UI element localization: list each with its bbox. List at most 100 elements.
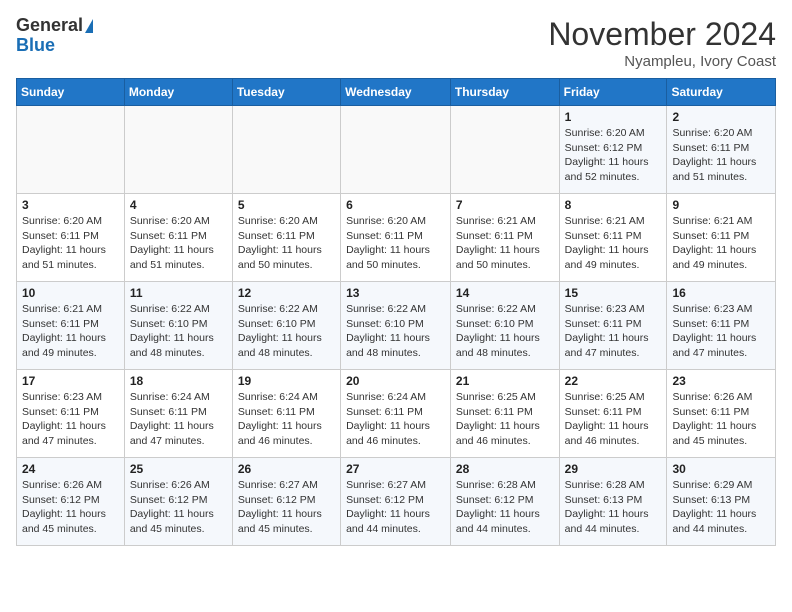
calendar-week-4: 24 Sunrise: 6:26 AMSunset: 6:12 PMDayligh… <box>17 458 776 546</box>
day-info: Sunrise: 6:20 AMSunset: 6:12 PMDaylight:… <box>565 126 662 185</box>
calendar-header: SundayMondayTuesdayWednesdayThursdayFrid… <box>17 79 776 106</box>
calendar-cell: 26 Sunrise: 6:27 AMSunset: 6:12 PMDayligh… <box>232 458 340 546</box>
calendar-cell: 21 Sunrise: 6:25 AMSunset: 6:11 PMDayligh… <box>450 370 559 458</box>
calendar-cell: 7Sunrise: 6:21 AMSunset: 6:11 PMDaylight… <box>450 194 559 282</box>
day-info: Sunrise: 6:20 AMSunset: 6:11 PMDaylight:… <box>130 214 227 273</box>
calendar-cell: 6 Sunrise: 6:20 AMSunset: 6:11 PMDaylight… <box>341 194 451 282</box>
calendar-cell: 30 Sunrise: 6:29 AMSunset: 6:13 PMDayligh… <box>667 458 776 546</box>
day-number: 12 <box>238 286 335 300</box>
calendar-cell: 23 Sunrise: 6:26 AMSunset: 6:11 PMDayligh… <box>667 370 776 458</box>
calendar-cell: 19 Sunrise: 6:24 AMSunset: 6:11 PMDayligh… <box>232 370 340 458</box>
day-info: Sunrise: 6:21 AMSunset: 6:11 PMDaylight:… <box>565 214 662 273</box>
day-number: 6 <box>346 198 445 212</box>
day-number: 19 <box>238 374 335 388</box>
day-number: 10 <box>22 286 119 300</box>
calendar-cell: 1 Sunrise: 6:20 AMSunset: 6:12 PMDaylight… <box>559 106 667 194</box>
calendar-cell: 27Sunrise: 6:27 AMSunset: 6:12 PMDayligh… <box>341 458 451 546</box>
day-number: 1 <box>565 110 662 124</box>
calendar-cell: 4 Sunrise: 6:20 AMSunset: 6:11 PMDaylight… <box>124 194 232 282</box>
calendar-cell: 8 Sunrise: 6:21 AMSunset: 6:11 PMDaylight… <box>559 194 667 282</box>
day-number: 30 <box>672 462 770 476</box>
calendar-cell: 3 Sunrise: 6:20 AMSunset: 6:11 PMDaylight… <box>17 194 125 282</box>
day-number: 13 <box>346 286 445 300</box>
logo-icon <box>85 19 93 33</box>
page-header: General Blue November 2024 Nyampleu, Ivo… <box>16 16 776 70</box>
day-info: Sunrise: 6:22 AMSunset: 6:10 PMDaylight:… <box>346 302 445 361</box>
day-info: Sunrise: 6:20 AMSunset: 6:11 PMDaylight:… <box>672 126 770 185</box>
day-number: 4 <box>130 198 227 212</box>
calendar-week-0: 1 Sunrise: 6:20 AMSunset: 6:12 PMDaylight… <box>17 106 776 194</box>
logo-general-text: General <box>16 16 83 36</box>
calendar-cell: 14Sunrise: 6:22 AMSunset: 6:10 PMDayligh… <box>450 282 559 370</box>
day-info: Sunrise: 6:23 AMSunset: 6:11 PMDaylight:… <box>22 390 119 449</box>
day-number: 27 <box>346 462 445 476</box>
calendar-cell: 10 Sunrise: 6:21 AMSunset: 6:11 PMDayligh… <box>17 282 125 370</box>
calendar-cell: 12Sunrise: 6:22 AMSunset: 6:10 PMDayligh… <box>232 282 340 370</box>
day-info: Sunrise: 6:24 AMSunset: 6:11 PMDaylight:… <box>130 390 227 449</box>
calendar-cell: 24 Sunrise: 6:26 AMSunset: 6:12 PMDayligh… <box>17 458 125 546</box>
calendar-cell: 16 Sunrise: 6:23 AMSunset: 6:11 PMDayligh… <box>667 282 776 370</box>
day-info: Sunrise: 6:26 AMSunset: 6:12 PMDaylight:… <box>22 478 119 537</box>
calendar-cell: 18 Sunrise: 6:24 AMSunset: 6:11 PMDayligh… <box>124 370 232 458</box>
day-number: 28 <box>456 462 554 476</box>
day-number: 8 <box>565 198 662 212</box>
day-number: 18 <box>130 374 227 388</box>
day-number: 29 <box>565 462 662 476</box>
col-header-friday: Friday <box>559 79 667 106</box>
day-number: 3 <box>22 198 119 212</box>
col-header-wednesday: Wednesday <box>341 79 451 106</box>
day-number: 24 <box>22 462 119 476</box>
day-number: 2 <box>672 110 770 124</box>
location-subtitle: Nyampleu, Ivory Coast <box>548 53 776 70</box>
day-info: Sunrise: 6:20 AMSunset: 6:11 PMDaylight:… <box>22 214 119 273</box>
day-info: Sunrise: 6:20 AMSunset: 6:11 PMDaylight:… <box>346 214 445 273</box>
calendar-cell: 9Sunrise: 6:21 AMSunset: 6:11 PMDaylight… <box>667 194 776 282</box>
calendar-body: 1 Sunrise: 6:20 AMSunset: 6:12 PMDaylight… <box>17 106 776 546</box>
day-number: 7 <box>456 198 554 212</box>
logo: General Blue <box>16 16 93 56</box>
day-info: Sunrise: 6:24 AMSunset: 6:11 PMDaylight:… <box>346 390 445 449</box>
day-number: 26 <box>238 462 335 476</box>
calendar-cell: 11 Sunrise: 6:22 AMSunset: 6:10 PMDayligh… <box>124 282 232 370</box>
day-info: Sunrise: 6:22 AMSunset: 6:10 PMDaylight:… <box>130 302 227 361</box>
day-info: Sunrise: 6:20 AMSunset: 6:11 PMDaylight:… <box>238 214 335 273</box>
calendar-cell: 22Sunrise: 6:25 AMSunset: 6:11 PMDayligh… <box>559 370 667 458</box>
day-info: Sunrise: 6:28 AMSunset: 6:13 PMDaylight:… <box>565 478 662 537</box>
day-number: 16 <box>672 286 770 300</box>
calendar-cell <box>450 106 559 194</box>
day-number: 20 <box>346 374 445 388</box>
day-info: Sunrise: 6:23 AMSunset: 6:11 PMDaylight:… <box>672 302 770 361</box>
day-info: Sunrise: 6:25 AMSunset: 6:11 PMDaylight:… <box>456 390 554 449</box>
calendar-cell <box>232 106 340 194</box>
day-number: 11 <box>130 286 227 300</box>
calendar-cell: 20 Sunrise: 6:24 AMSunset: 6:11 PMDayligh… <box>341 370 451 458</box>
header-row: SundayMondayTuesdayWednesdayThursdayFrid… <box>17 79 776 106</box>
day-number: 5 <box>238 198 335 212</box>
col-header-tuesday: Tuesday <box>232 79 340 106</box>
col-header-monday: Monday <box>124 79 232 106</box>
calendar-cell: 29 Sunrise: 6:28 AMSunset: 6:13 PMDayligh… <box>559 458 667 546</box>
day-info: Sunrise: 6:26 AMSunset: 6:11 PMDaylight:… <box>672 390 770 449</box>
calendar-week-2: 10 Sunrise: 6:21 AMSunset: 6:11 PMDayligh… <box>17 282 776 370</box>
calendar-cell: 25Sunrise: 6:26 AMSunset: 6:12 PMDayligh… <box>124 458 232 546</box>
day-info: Sunrise: 6:21 AMSunset: 6:11 PMDaylight:… <box>672 214 770 273</box>
calendar-cell: 13 Sunrise: 6:22 AMSunset: 6:10 PMDayligh… <box>341 282 451 370</box>
day-info: Sunrise: 6:26 AMSunset: 6:12 PMDaylight:… <box>130 478 227 537</box>
calendar-cell: 28 Sunrise: 6:28 AMSunset: 6:12 PMDayligh… <box>450 458 559 546</box>
calendar-cell: 17Sunrise: 6:23 AMSunset: 6:11 PMDayligh… <box>17 370 125 458</box>
col-header-thursday: Thursday <box>450 79 559 106</box>
day-info: Sunrise: 6:21 AMSunset: 6:11 PMDaylight:… <box>22 302 119 361</box>
title-block: November 2024 Nyampleu, Ivory Coast <box>548 16 776 70</box>
day-info: Sunrise: 6:29 AMSunset: 6:13 PMDaylight:… <box>672 478 770 537</box>
day-number: 22 <box>565 374 662 388</box>
day-number: 21 <box>456 374 554 388</box>
day-info: Sunrise: 6:24 AMSunset: 6:11 PMDaylight:… <box>238 390 335 449</box>
calendar-cell: 15Sunrise: 6:23 AMSunset: 6:11 PMDayligh… <box>559 282 667 370</box>
day-number: 23 <box>672 374 770 388</box>
calendar-table: SundayMondayTuesdayWednesdayThursdayFrid… <box>16 78 776 546</box>
day-info: Sunrise: 6:27 AMSunset: 6:12 PMDaylight:… <box>238 478 335 537</box>
calendar-cell <box>341 106 451 194</box>
calendar-cell <box>17 106 125 194</box>
calendar-cell: 5 Sunrise: 6:20 AMSunset: 6:11 PMDaylight… <box>232 194 340 282</box>
day-info: Sunrise: 6:28 AMSunset: 6:12 PMDaylight:… <box>456 478 554 537</box>
